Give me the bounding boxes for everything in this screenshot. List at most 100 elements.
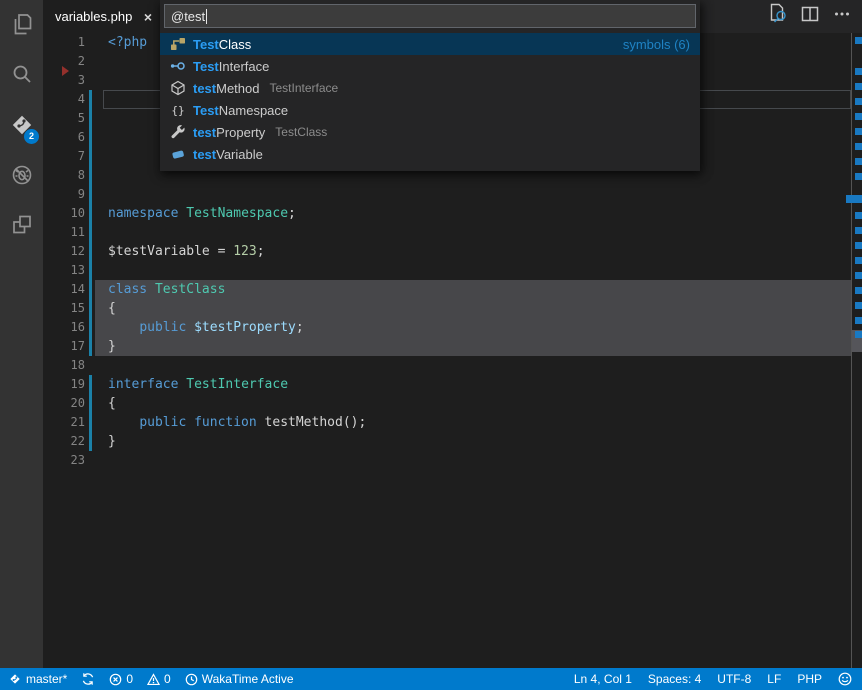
class-symbol-icon <box>170 36 186 52</box>
open-preview-button[interactable] <box>764 3 792 31</box>
ruler-modified-mark <box>855 158 862 165</box>
code-line-1[interactable]: <?php <box>108 33 147 52</box>
code-line-12[interactable]: $testVariable = 123; <box>108 242 265 261</box>
ruler-modified-mark <box>855 113 862 120</box>
quick-open-result-testMethod[interactable]: testMethod TestInterface <box>160 77 700 99</box>
ruler-modified-mark <box>855 143 862 150</box>
ruler-modified-mark <box>855 128 862 135</box>
code-line-21[interactable]: public function testMethod(); <box>108 413 366 432</box>
git-deleted-indicator <box>62 66 69 76</box>
status-wakatime-active[interactable]: WakaTime Active <box>185 672 294 686</box>
line-number: 10 <box>43 204 85 223</box>
status-0[interactable]: 0 <box>147 672 171 686</box>
ruler-modified-mark <box>855 242 862 249</box>
status-php[interactable]: PHP <box>797 672 822 686</box>
line-number: 22 <box>43 432 85 451</box>
ruler-modified-mark <box>855 257 862 264</box>
ruler-modified-mark <box>855 98 862 105</box>
ruler-modified-mark <box>855 68 862 75</box>
status-utf-8[interactable]: UTF-8 <box>717 672 751 686</box>
matched-text: test <box>193 147 216 162</box>
code-token: ; <box>288 206 296 221</box>
variable-symbol-icon <box>170 146 186 162</box>
split-editor-button[interactable] <box>796 3 824 31</box>
status-master[interactable]: master* <box>8 672 67 686</box>
line-number: 4 <box>43 90 85 109</box>
ruler-modified-mark <box>855 212 862 219</box>
sync-icon <box>81 672 95 686</box>
symbol-name: TestNamespace <box>193 103 288 118</box>
line-number: 19 <box>43 375 85 394</box>
quick-open-result-TestInterface[interactable]: TestInterface <box>160 55 700 77</box>
quick-open-result-TestNamespace[interactable]: {}TestNamespace <box>160 99 700 121</box>
status-smiley[interactable] <box>838 672 852 686</box>
quick-open-result-TestClass[interactable]: TestClasssymbols (6) <box>160 33 700 55</box>
status-label: PHP <box>797 672 822 686</box>
code-token: } <box>108 339 116 354</box>
matched-text: Test <box>193 37 219 52</box>
code-line-22[interactable]: } <box>108 432 116 451</box>
symbol-name: TestInterface <box>193 59 269 74</box>
line-number: 21 <box>43 413 85 432</box>
search-icon <box>9 62 35 88</box>
ruler-modified-mark <box>855 287 862 294</box>
clock-icon <box>185 673 198 686</box>
activity-bar: 2 <box>0 0 43 668</box>
extensions-icon <box>9 212 35 238</box>
activity-source-control-button[interactable]: 2 <box>0 100 43 150</box>
code-token: { <box>108 396 116 411</box>
activity-debug-button[interactable] <box>0 150 43 200</box>
status-spaces-4[interactable]: Spaces: 4 <box>648 672 701 686</box>
line-number: 13 <box>43 261 85 280</box>
activity-explorer-button[interactable] <box>0 0 43 50</box>
symbol-name-rest: Variable <box>216 147 263 162</box>
status-bar-left: master* 00 WakaTime Active <box>0 672 294 686</box>
code-line-15[interactable]: { <box>108 299 116 318</box>
matched-text: Test <box>193 59 219 74</box>
split-editor-icon <box>798 2 822 31</box>
overview-ruler[interactable] <box>851 33 862 668</box>
symbol-name: testProperty <box>193 125 265 140</box>
line-number: 17 <box>43 337 85 356</box>
code-line-17[interactable]: } <box>108 337 116 356</box>
symbol-name-rest: Method <box>216 81 259 96</box>
status-ln-4-col-1[interactable]: Ln 4, Col 1 <box>574 672 632 686</box>
activity-extensions-button[interactable] <box>0 200 43 250</box>
more-actions-button[interactable] <box>828 3 856 31</box>
line-number: 18 <box>43 356 85 375</box>
status-lf[interactable]: LF <box>767 672 781 686</box>
status-0[interactable]: 0 <box>109 672 133 686</box>
code-line-14[interactable]: class TestClass <box>108 280 225 299</box>
code-token: namespace <box>108 206 186 221</box>
status-sync[interactable] <box>81 672 95 686</box>
method-symbol-icon <box>170 80 186 96</box>
symbol-name-rest: Interface <box>219 59 270 74</box>
quick-open-result-testVariable[interactable]: testVariable <box>160 143 700 165</box>
status-label: LF <box>767 672 781 686</box>
open-preview-icon <box>766 2 790 31</box>
tab-close-icon[interactable]: × <box>144 10 152 24</box>
git-branch-icon <box>8 672 22 686</box>
code-line-10[interactable]: namespace TestNamespace; <box>108 204 296 223</box>
status-label: 0 <box>126 672 133 686</box>
line-number: 6 <box>43 128 85 147</box>
symbol-container: TestInterface <box>270 81 339 95</box>
quick-open-result-testProperty[interactable]: testPropertyTestClass <box>160 121 700 143</box>
matched-text: Test <box>193 103 219 118</box>
symbol-name: testMethod <box>193 81 260 96</box>
ruler-modified-mark <box>855 83 862 90</box>
code-line-19[interactable]: interface TestInterface <box>108 375 288 394</box>
code-line-16[interactable]: public $testProperty; <box>108 318 304 337</box>
status-bar: master* 00 WakaTime Active Ln 4, Col 1 Spac… <box>0 668 862 690</box>
code-line-20[interactable]: { <box>108 394 116 413</box>
vscode-window: 2 variables.php × <box>0 0 862 690</box>
smiley-icon <box>838 672 852 686</box>
quick-open-input[interactable]: @test <box>164 4 696 28</box>
activity-search-button[interactable] <box>0 50 43 100</box>
ruler-modified-mark <box>855 272 862 279</box>
code-token: (); <box>343 415 366 430</box>
code-token: $testVariable = <box>108 244 233 259</box>
ruler-modified-mark <box>855 317 862 324</box>
tab-variables-php[interactable]: variables.php × <box>43 0 160 33</box>
symbol-name: TestClass <box>193 37 251 52</box>
